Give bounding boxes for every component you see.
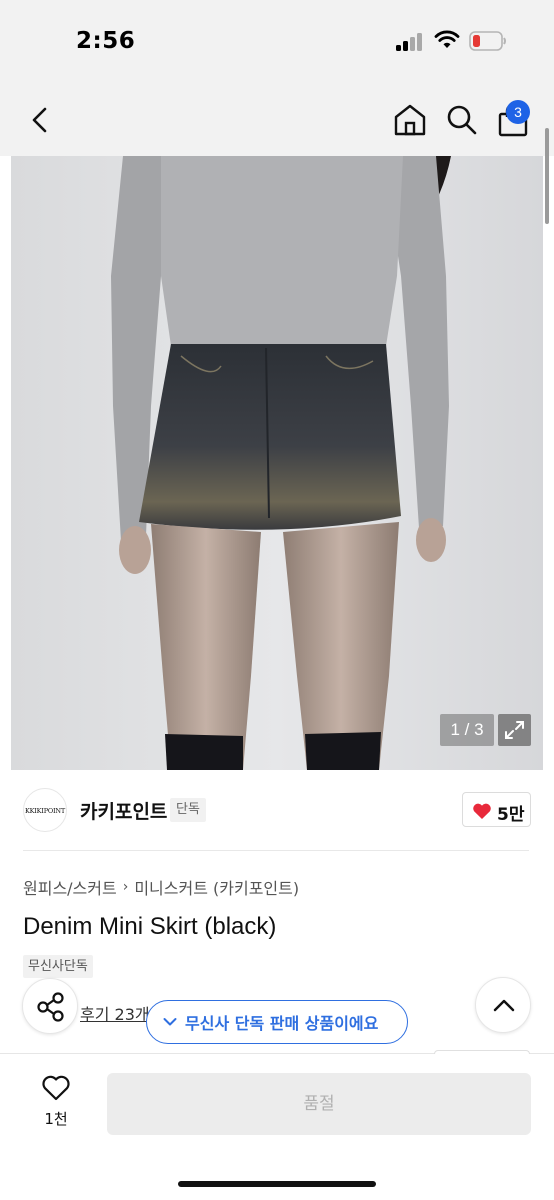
scroll-to-top-button[interactable] (475, 977, 531, 1033)
exclusive-notice-banner[interactable]: 무신사 단독 판매 상품이에요 (146, 1000, 408, 1044)
brand-name[interactable]: 카키포인트 (80, 797, 167, 824)
status-bar: 2:56 (0, 0, 554, 84)
product-photo (11, 156, 543, 770)
brand-logo[interactable]: KKIKIPOINT (23, 788, 67, 832)
heart-filled-icon (473, 803, 491, 819)
brand-exclusive-tag: 단독 (170, 798, 206, 822)
share-icon (37, 992, 64, 1022)
like-button[interactable]: 5만 (462, 792, 531, 827)
breadcrumb-subcategory[interactable]: 미니스커트 (카키포인트) (134, 875, 299, 899)
heart-outline-icon (42, 1075, 70, 1101)
product-title: Denim Mini Skirt (black) (23, 913, 277, 940)
product-image[interactable] (11, 156, 543, 770)
musinsa-exclusive-tag: 무신사단독 (23, 955, 93, 978)
image-counter: 1 / 3 (440, 714, 494, 746)
cellular-signal-icon (396, 33, 424, 51)
breadcrumb-category[interactable]: 원피스/스커트 (23, 875, 117, 899)
home-icon[interactable] (392, 102, 428, 138)
home-indicator[interactable] (178, 1181, 376, 1187)
search-icon[interactable] (444, 102, 480, 138)
status-time: 2:56 (76, 28, 136, 54)
exclusive-notice-text: 무신사 단독 판매 상품이에요 (185, 1014, 379, 1033)
wifi-icon (434, 30, 460, 48)
wishlist-count: 1천 (44, 1110, 68, 1128)
cart-count-badge: 3 (506, 100, 530, 124)
reviews-link[interactable]: 후기 23개 (80, 1001, 150, 1025)
battery-low-icon (469, 31, 506, 51)
chevron-down-icon (163, 1018, 177, 1026)
expand-icon[interactable] (498, 714, 531, 746)
section-divider (23, 850, 529, 851)
breadcrumb: 원피스/스커트 › 미니스커트 (카키포인트) (23, 875, 299, 899)
sold-out-button[interactable]: 품절 (107, 1073, 531, 1135)
chevron-left-icon[interactable] (24, 102, 56, 138)
breadcrumb-separator: › (122, 879, 129, 895)
wishlist-button[interactable]: 1천 (36, 1074, 76, 1130)
share-button[interactable] (22, 978, 78, 1034)
chevron-up-icon (493, 999, 515, 1012)
like-count: 5만 (497, 805, 525, 825)
page-scrollbar[interactable] (545, 128, 549, 224)
top-navigation (0, 84, 554, 156)
